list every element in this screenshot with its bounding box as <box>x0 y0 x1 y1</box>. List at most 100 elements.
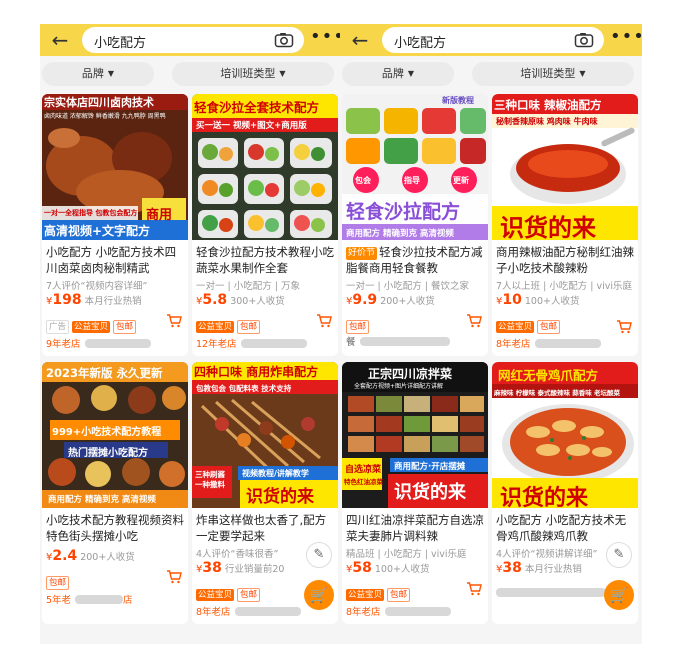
add-to-cart-icon[interactable] <box>466 582 482 596</box>
price-note: 200+人收货 <box>380 296 435 307</box>
product-card[interactable]: 三种口味 辣椒油配方 秘制香辣原味 鸡肉味 牛肉味 识货的来 商用辣椒油配方秘制… <box>492 94 638 356</box>
store-age[interactable]: 8年老店 <box>346 604 451 618</box>
thumb-headline: 网红无骨鸡爪配方 <box>498 368 599 383</box>
filter-training-type[interactable]: 培训班类型 ▼ <box>172 62 334 86</box>
product-card[interactable]: 轻食沙拉全套技术配方 买一送一 视频+图文+商用版 轻食沙拉配方技术教程小吃 蔬… <box>192 94 338 356</box>
product-thumbnail[interactable]: 轻食沙拉全套技术配方 买一送一 视频+图文+商用版 <box>192 94 338 240</box>
search-box[interactable]: 小吃配方 <box>382 27 604 53</box>
store-name-blurred <box>496 588 606 597</box>
product-price: ¥38 行业销量前20 <box>196 560 284 576</box>
add-to-cart-icon[interactable] <box>316 314 332 328</box>
product-title[interactable]: 好价节 轻食沙拉技术配方减脂餐商用轻食餐教 <box>346 244 486 276</box>
product-card[interactable]: 新版教程 包会 指导 更新 轻食沙拉配方 商用配方 精确到克 高清视频 好价节轻… <box>342 94 488 356</box>
charity-badge: 公益宝贝 <box>496 321 535 333</box>
ad-badge: 广告 <box>46 320 70 334</box>
store-age[interactable]: 8年老店 <box>496 336 601 350</box>
store-age[interactable]: 5年老 店 <box>46 592 133 606</box>
camera-icon[interactable] <box>574 32 594 48</box>
price-note: 100+人收货 <box>374 564 430 575</box>
product-thumbnail[interactable]: 网红无骨鸡爪配方 麻辣味 柠檬味 泰式酸辣味 蒜香味 老坛酸菜 识货的来 <box>492 362 638 508</box>
results-panel-left: ← 小吃配方 ••• 品牌 ▼ 培训班类型 ▼ 宗实体店四川卤肉技术 卤肉味道 … <box>40 24 342 644</box>
product-price: ¥38 本月行业热销 <box>496 560 582 576</box>
price-note: 200+人收货 <box>80 552 135 563</box>
thumb-subline: 全套配方视频+图片详细配方讲解 <box>354 383 444 390</box>
product-thumbnail[interactable]: 正宗四川凉拌菜 全套配方视频+图片详细配方讲解 自选凉菜 特色红油凉菜 商用配方… <box>342 362 488 508</box>
filter-bar: 品牌 ▼ 培训班类型 ▼ <box>340 62 642 86</box>
product-card[interactable]: 宗实体店四川卤肉技术 卤肉味道 浓郁解馋 鲜香嫩滑 九九鸭脖 周黑鸭 一对一全程… <box>42 94 188 356</box>
product-thumbnail[interactable]: 宗实体店四川卤肉技术 卤肉味道 浓郁解馋 鲜香嫩滑 九九鸭脖 周黑鸭 一对一全程… <box>42 94 188 240</box>
more-icon[interactable]: ••• <box>610 24 642 56</box>
back-arrow-icon[interactable]: ← <box>350 29 370 51</box>
store-age[interactable]: 9年老店 <box>46 336 151 350</box>
store-age-label: 12年老店 <box>196 339 237 350</box>
store-age[interactable]: 8年老店 <box>196 604 301 618</box>
add-to-cart-icon[interactable] <box>166 314 182 328</box>
charity-badge: 公益宝贝 <box>346 589 385 601</box>
badge-row: 包邮 <box>46 570 72 590</box>
price-value: 38 <box>202 560 222 576</box>
top-bar: ← 小吃配方 ••• <box>340 24 642 56</box>
product-thumbnail[interactable]: 新版教程 包会 指导 更新 轻食沙拉配方 商用配方 精确到克 高清视频 <box>342 94 488 240</box>
more-icon[interactable]: ••• <box>310 24 342 56</box>
product-title[interactable]: 轻食沙拉配方技术教程小吃 蔬菜水果制作全套 <box>196 244 336 276</box>
thumb-footer: 识货的来 <box>246 487 314 507</box>
feedback-icon[interactable]: ✎ <box>606 542 632 568</box>
charity-badge: 公益宝贝 <box>72 321 111 333</box>
add-to-cart-icon[interactable] <box>616 320 632 334</box>
filter-brand[interactable]: 品牌 ▼ <box>342 62 454 86</box>
thumb-chip-3: 更新 <box>453 176 469 185</box>
hot-deal-tag: 好价节 <box>346 247 378 260</box>
search-box[interactable]: 小吃配方 <box>82 27 304 53</box>
store-age[interactable] <box>496 588 606 599</box>
feedback-icon[interactable]: ✎ <box>306 542 332 568</box>
thumb-subline: 买一送一 视频+图文+商用版 <box>196 121 307 131</box>
product-title[interactable]: 小吃技术配方教程视频资料特色街头摆摊小吃 <box>46 512 186 544</box>
product-title[interactable]: 小吃配方 小吃配方技术无骨鸡爪酸辣鸡爪教 <box>496 512 636 544</box>
floating-cart-icon[interactable]: 🛒 <box>604 580 634 610</box>
thumb-side-label-2: 特色红油凉菜 <box>344 478 383 486</box>
thumb-side-label-1: 自选凉菜 <box>345 465 382 475</box>
price-note: 行业销量前20 <box>224 564 285 575</box>
store-age-label: 餐 <box>346 337 356 348</box>
thumb-footer: 识货的来 <box>500 214 596 240</box>
price-note: 本月行业热销 <box>84 296 142 307</box>
thumb-footer: 商用配方 精确到克 高清视频 <box>346 229 454 239</box>
product-tags: 一对一 | 小吃配方 | 餐饮之家 <box>346 281 469 292</box>
store-age-label: 9年老店 <box>46 339 81 350</box>
store-name-blurred <box>534 339 601 348</box>
add-to-cart-icon[interactable] <box>166 570 182 584</box>
product-price: ¥2.4 200+人收货 <box>46 548 135 564</box>
store-name-blurred <box>234 607 301 616</box>
product-price: ¥198 本月行业热销 <box>46 292 142 308</box>
free-shipping-badge: 包邮 <box>46 576 70 590</box>
product-title[interactable]: 四川红油凉拌菜配方自选凉菜夫妻肺片调料辣 <box>346 512 486 544</box>
floating-cart-icon[interactable]: 🛒 <box>304 580 334 610</box>
filter-training-type[interactable]: 培训班类型 ▼ <box>472 62 634 86</box>
search-query[interactable]: 小吃配方 <box>94 32 146 51</box>
badge-row: 公益宝贝 包邮 <box>346 582 413 602</box>
filter-training-type-label: 培训班类型 <box>520 67 576 80</box>
product-thumbnail[interactable]: 2023年新版 永久更新 999+小吃技术配方教程 热门摆摊小吃配方 商用配方 … <box>42 362 188 508</box>
product-thumbnail[interactable]: 四种口味 商用炸串配方 包教包会 包配料表 技术支持 三种刷酱 一种撒料 视频教… <box>192 362 338 508</box>
store-age[interactable]: 餐 <box>346 334 450 348</box>
search-query[interactable]: 小吃配方 <box>394 32 446 51</box>
product-title[interactable]: 炸串这样做也太香了,配方一定要学起来 <box>196 512 336 544</box>
product-title[interactable]: 商用辣椒油配方秘制红油辣子小吃技术酸辣粉 <box>496 244 636 276</box>
price-note: 300+人收货 <box>230 296 285 307</box>
product-thumbnail[interactable]: 三种口味 辣椒油配方 秘制香辣原味 鸡肉味 牛肉味 识货的来 <box>492 94 638 240</box>
back-arrow-icon[interactable]: ← <box>50 29 70 51</box>
price-note: 本月行业热销 <box>524 564 582 575</box>
product-title[interactable]: 小吃配方 小吃配方技术四川卤菜卤肉秘制精武 <box>46 244 186 276</box>
camera-icon[interactable] <box>274 32 294 48</box>
badge-row: 广告 公益宝贝 包邮 <box>46 314 139 334</box>
store-age-tail: 店 <box>123 595 133 606</box>
filter-brand[interactable]: 品牌 ▼ <box>42 62 154 86</box>
product-card[interactable]: 正宗四川凉拌菜 全套配方视频+图片详细配方讲解 自选凉菜 特色红油凉菜 商用配方… <box>342 362 488 624</box>
thumb-tag: 商用配方·开店摆摊 <box>394 462 466 472</box>
store-age[interactable]: 12年老店 <box>196 336 307 350</box>
store-name-blurred <box>75 595 124 604</box>
filter-bar: 品牌 ▼ 培训班类型 ▼ <box>40 62 342 86</box>
badge-row: 公益宝贝 包邮 <box>496 314 563 334</box>
add-to-cart-icon[interactable] <box>466 314 482 328</box>
product-card[interactable]: 2023年新版 永久更新 999+小吃技术配方教程 热门摆摊小吃配方 商用配方 … <box>42 362 188 624</box>
